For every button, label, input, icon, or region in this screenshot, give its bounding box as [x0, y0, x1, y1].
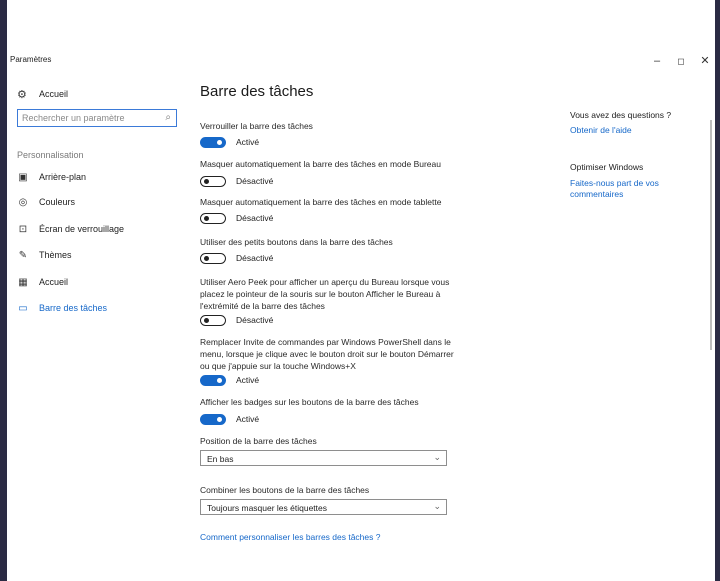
- toggle-switch: [200, 175, 226, 187]
- toggle-switch: [200, 374, 226, 386]
- minimize-button[interactable]: –: [647, 53, 667, 69]
- taskbar-help-link[interactable]: Comment personnaliser les barres des tâc…: [200, 532, 380, 542]
- feedback-link[interactable]: Faites-nous part de vos commentaires: [570, 178, 690, 200]
- toggle-switch: [200, 413, 226, 425]
- sidebar-item-label: Écran de verrouillage: [39, 224, 125, 234]
- toggle-switch: [200, 136, 226, 148]
- badges-toggle[interactable]: Activé: [200, 413, 259, 425]
- themes-icon: ✎: [18, 249, 28, 261]
- image-icon: ▣: [18, 171, 28, 183]
- get-help-link[interactable]: Obtenir de l'aide: [570, 125, 690, 136]
- gear-icon: ⚙: [17, 88, 27, 101]
- toggle-switch: [200, 212, 226, 224]
- toggle-switch: [200, 252, 226, 264]
- toggle-state: Activé: [236, 414, 260, 424]
- lock-screen-icon: ⊡: [18, 223, 28, 235]
- position-value: En bas: [207, 454, 234, 464]
- sidebar-item-colors[interactable]: ◎ Couleurs: [17, 194, 75, 210]
- toggle-state: Désactivé: [236, 176, 274, 186]
- powershell-toggle[interactable]: Activé: [200, 374, 259, 386]
- setting-label: Masquer automatiquement la barre des tâc…: [200, 159, 441, 169]
- page-title: Barre des tâches: [200, 83, 314, 100]
- search-placeholder: Rechercher un paramètre: [22, 113, 125, 123]
- search-input[interactable]: Rechercher un paramètre ⌕: [17, 109, 177, 127]
- position-label: Position de la barre des tâches: [200, 436, 317, 446]
- toggle-state: Activé: [236, 137, 260, 147]
- start-icon: ▦: [18, 276, 28, 288]
- settings-window: Paramètres – ◻ ✕ ⚙ Accueil Rechercher un…: [7, 0, 715, 581]
- combine-select[interactable]: Toujours masquer les étiquettes ⌄: [200, 499, 447, 515]
- sidebar-item-label: Accueil: [39, 277, 69, 287]
- auto-hide-desktop-toggle[interactable]: Désactivé: [200, 175, 273, 187]
- toggle-switch: [200, 314, 226, 326]
- palette-icon: ◎: [18, 196, 28, 208]
- sidebar-item-label: Thèmes: [39, 250, 72, 260]
- sidebar-item-background[interactable]: ▣ Arrière-plan: [17, 169, 86, 185]
- toggle-state: Désactivé: [236, 213, 274, 223]
- combine-value: Toujours masquer les étiquettes: [207, 503, 328, 513]
- sidebar-item-themes[interactable]: ✎ Thèmes: [17, 247, 72, 263]
- setting-label: Masquer automatiquement la barre des tâc…: [200, 197, 442, 207]
- setting-label: Afficher les badges sur les boutons de l…: [200, 397, 419, 407]
- small-buttons-toggle[interactable]: Désactivé: [200, 252, 273, 264]
- nav-home-label: Accueil: [39, 89, 69, 99]
- chevron-down-icon: ⌄: [433, 501, 441, 511]
- setting-label: Utiliser des petits boutons dans la barr…: [200, 237, 393, 247]
- nav-home[interactable]: ⚙ Accueil: [17, 86, 68, 102]
- lock-taskbar-toggle[interactable]: Activé: [200, 136, 259, 148]
- maximize-button[interactable]: ◻: [671, 53, 691, 69]
- position-select[interactable]: En bas ⌄: [200, 450, 447, 466]
- sidebar-item-label: Barre des tâches: [39, 303, 108, 313]
- sidebar-item-label: Couleurs: [39, 197, 76, 207]
- search-icon: ⌕: [165, 112, 171, 123]
- section-label: Personnalisation: [17, 150, 84, 160]
- blank-top-area: [7, 0, 715, 50]
- window-title: Paramètres: [10, 55, 52, 64]
- setting-label: Verrouiller la barre des tâches: [200, 121, 313, 131]
- setting-label: Remplacer Invite de commandes par Window…: [200, 337, 454, 371]
- combine-label: Combiner les boutons de la barre des tâc…: [200, 485, 370, 495]
- taskbar-icon: ▭: [18, 302, 28, 314]
- sidebar-item-start[interactable]: ▦ Accueil: [17, 274, 68, 290]
- questions-title: Vous avez des questions ?: [570, 110, 672, 120]
- toggle-state: Désactivé: [236, 253, 274, 263]
- improve-title: Optimiser Windows: [570, 162, 644, 172]
- auto-hide-tablet-toggle[interactable]: Désactivé: [200, 212, 273, 224]
- toggle-state: Activé: [236, 375, 260, 385]
- aero-peek-toggle[interactable]: Désactivé: [200, 314, 273, 326]
- sidebar-item-lock-screen[interactable]: ⊡ Écran de verrouillage: [17, 221, 124, 237]
- toggle-state: Désactivé: [236, 315, 274, 325]
- close-button[interactable]: ✕: [695, 53, 715, 69]
- sidebar-item-taskbar[interactable]: ▭ Barre des tâches: [17, 300, 107, 316]
- chevron-down-icon: ⌄: [433, 452, 441, 462]
- title-bar: Paramètres – ◻ ✕: [7, 50, 715, 72]
- scrollbar[interactable]: [710, 120, 712, 350]
- sidebar-item-label: Arrière-plan: [39, 172, 87, 182]
- setting-label: Utiliser Aero Peek pour afficher un aper…: [200, 277, 450, 311]
